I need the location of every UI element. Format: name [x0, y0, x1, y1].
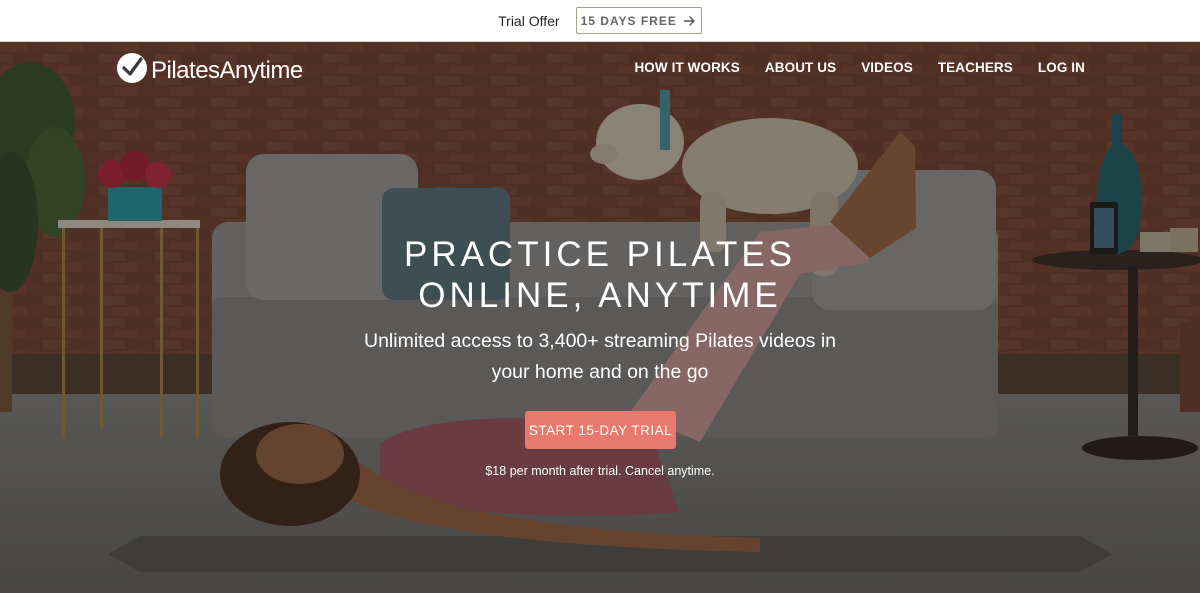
checkmark-circle-logo-icon: [116, 52, 148, 89]
free-trial-button[interactable]: 15 DAYS FREE: [575, 7, 702, 34]
start-trial-button[interactable]: START 15-DAY TRIAL: [525, 411, 676, 449]
nav-teachers[interactable]: TEACHERS: [938, 60, 1013, 75]
free-trial-button-label: 15 DAYS FREE: [580, 13, 677, 28]
brand-logo[interactable]: PilatesAnytime: [116, 52, 303, 89]
nav-about-us[interactable]: ABOUT US: [765, 60, 836, 75]
logo-text: PilatesAnytime: [151, 56, 303, 84]
hero-title-line2: ONLINE, ANYTIME: [418, 276, 782, 315]
price-note: $18 per month after trial. Cancel anytim…: [485, 464, 715, 478]
hero-title-line1: PRACTICE PILATES: [403, 235, 797, 274]
hero-subtitle: Unlimited access to 3,400+ streaming Pil…: [363, 330, 837, 383]
hero-section: PilatesAnytime HOW IT WORKS ABOUT US VID…: [0, 42, 1200, 593]
nav-videos[interactable]: VIDEOS: [861, 60, 913, 75]
main-nav: HOW IT WORKS ABOUT US VIDEOS TEACHERS LO…: [634, 60, 1085, 75]
hero-background-photo: [0, 42, 1200, 593]
nav-how-it-works[interactable]: HOW IT WORKS: [634, 60, 739, 75]
hero-title: PRACTICE PILATES ONLINE, ANYTIME: [0, 234, 1200, 316]
nav-log-in[interactable]: LOG IN: [1038, 60, 1085, 75]
arrow-right-icon: [683, 15, 696, 27]
trial-offer-text: Trial Offer: [498, 12, 560, 29]
trial-offer-bar: Trial Offer 15 DAYS FREE: [0, 0, 1200, 42]
